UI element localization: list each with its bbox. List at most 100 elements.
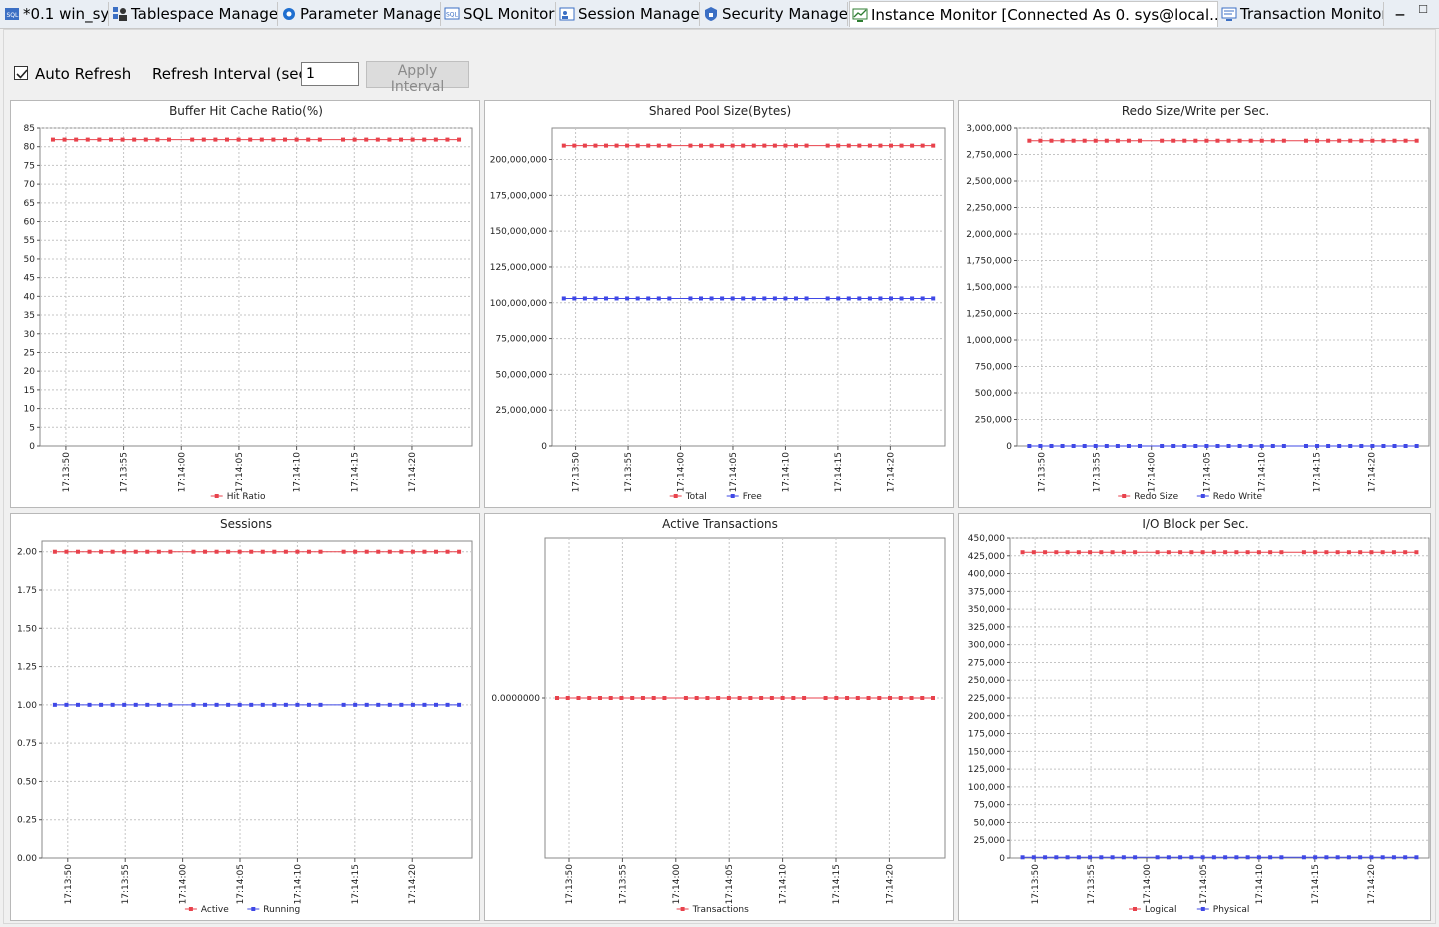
x-tick-label: 17:14:20 [886, 452, 896, 493]
legend-label: Physical [1213, 905, 1250, 915]
data-point [1182, 138, 1187, 143]
y-tick-label: 425,000 [968, 552, 1005, 562]
data-point [1392, 138, 1397, 143]
y-tick-label: 40 [24, 292, 36, 302]
refresh-interval-input[interactable] [301, 62, 359, 86]
data-point [709, 143, 714, 148]
chart-svg: Buffer Hit Cache Ratio(%) 0 5 10 15 20 25 30 35 4… [24, 104, 473, 502]
data-point [1166, 855, 1171, 860]
data-point [1038, 444, 1043, 448]
tab-transaction-monitor[interactable]: Transaction Monitor [1219, 2, 1384, 26]
y-tick-label: 200,000,000 [490, 156, 548, 166]
data-point [1054, 550, 1059, 555]
chart-panel-redo: Redo Size/Write per Sec. 0 250,000 500,000 7… [958, 100, 1431, 508]
y-tick-label: 100,000 [968, 783, 1005, 793]
y-tick-label: 275,000 [968, 658, 1005, 668]
y-tick-label: 400,000 [968, 570, 1005, 580]
x-tick-label: 17:14:15 [832, 864, 842, 904]
data-point [867, 296, 872, 301]
x-tick-label: 17:13:50 [565, 864, 575, 905]
data-point [1020, 550, 1025, 555]
data-point [422, 702, 427, 707]
data-point [604, 296, 609, 301]
data-point [1380, 550, 1385, 555]
x-tick-label: 17:13:55 [121, 864, 131, 904]
data-point [565, 696, 570, 700]
data-point [226, 702, 231, 707]
tab-sql-monitor[interactable]: SQL SQL Monitor [442, 2, 556, 26]
data-point [1099, 855, 1104, 860]
sql-file-icon: SQL [4, 6, 20, 22]
data-point [1093, 444, 1098, 448]
data-point [593, 143, 598, 148]
x-tick-label: 17:14:05 [1203, 452, 1213, 492]
tab-security-manager[interactable]: Security Manager [701, 2, 848, 26]
data-point [272, 549, 277, 554]
data-point [1281, 138, 1286, 143]
auto-refresh-label[interactable]: Auto Refresh [35, 65, 131, 83]
x-tick-label: 17:14:00 [1143, 864, 1153, 905]
tab-tablespace-manager[interactable]: Tablespace Manager [110, 2, 278, 26]
plot-area [39, 127, 473, 447]
tab-session-manager[interactable]: Session Manager [557, 2, 700, 26]
data-point [625, 296, 630, 301]
data-point [1248, 138, 1253, 143]
data-point [737, 696, 742, 700]
data-point [64, 549, 69, 554]
tab-instance-monitor[interactable]: Instance Monitor [Connected As 0. sys@lo… [849, 1, 1218, 27]
data-point [1211, 550, 1216, 555]
data-point [143, 137, 148, 142]
tab-parameter-manager[interactable]: Parameter Manager [279, 2, 441, 26]
data-point [845, 696, 850, 700]
data-point [97, 137, 102, 142]
y-tick-label: 1.50 [17, 624, 37, 634]
data-point [1204, 444, 1209, 448]
data-point [283, 549, 288, 554]
data-point [1054, 855, 1059, 860]
data-point [662, 696, 667, 700]
data-point [751, 296, 756, 301]
data-point [1223, 855, 1228, 860]
minimize-icon[interactable]: ▁ [1393, 4, 1407, 16]
data-point [1403, 138, 1408, 143]
data-point [909, 696, 914, 700]
chart-title: Buffer Hit Cache Ratio(%) [169, 104, 323, 118]
data-point [87, 702, 92, 707]
data-point [110, 702, 115, 707]
auto-refresh-checkbox[interactable] [14, 66, 28, 80]
data-point [793, 296, 798, 301]
y-tick-label: 175,000 [968, 730, 1005, 740]
data-point [62, 137, 67, 142]
data-point [825, 296, 830, 301]
legend-label: Total [685, 492, 707, 502]
data-point [50, 137, 55, 142]
legend-marker [1133, 907, 1137, 911]
y-tick-label: 70 [24, 180, 36, 190]
transaction-icon [1221, 6, 1237, 22]
monitor-icon [852, 7, 868, 23]
apply-interval-button[interactable]: Apply Interval [366, 61, 469, 95]
legend-label: Hit Ratio [227, 492, 266, 502]
data-point [1369, 550, 1374, 555]
maximize-icon[interactable]: ☐ [1416, 4, 1430, 16]
x-tick-label: 17:13:50 [572, 452, 582, 493]
data-point [1138, 444, 1143, 448]
data-point [1126, 444, 1131, 448]
y-tick-label: 45 [24, 274, 35, 284]
data-point [1071, 138, 1076, 143]
data-point [793, 143, 798, 148]
x-tick-label: 17:13:55 [618, 864, 628, 904]
x-tick-label: 17:13:50 [64, 864, 74, 905]
data-point [1268, 550, 1273, 555]
tab-win-sys[interactable]: SQL *0.1 win_sys [2, 2, 109, 26]
data-point [295, 702, 300, 707]
data-point [1155, 550, 1160, 555]
data-point [341, 702, 346, 707]
data-point [1270, 444, 1275, 448]
y-tick-label: 25,000 [974, 836, 1006, 846]
chart-panel-io-block: I/O Block per Sec. 0 25,000 50,000 75,000 100… [958, 513, 1431, 921]
chart-panel-sessions: Sessions 0.00 0.25 0.50 0.75 1.00 1.25 1.50 1.75… [10, 513, 480, 921]
legend-label: Running [263, 905, 300, 915]
data-point [353, 702, 358, 707]
data-point [931, 696, 935, 700]
